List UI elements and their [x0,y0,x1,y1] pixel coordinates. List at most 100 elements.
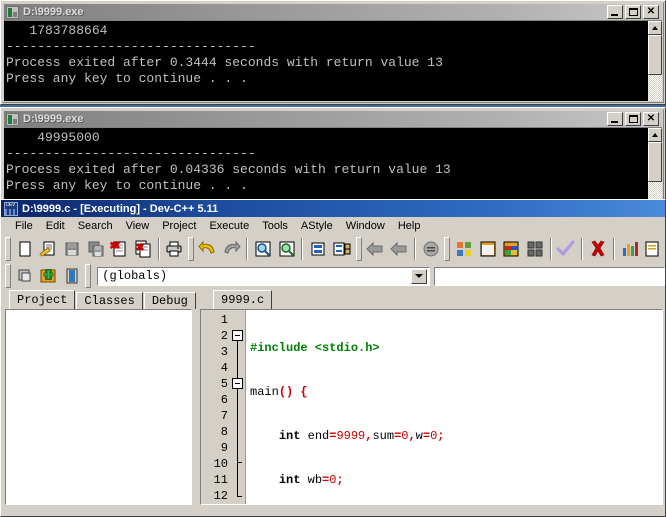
new-file-button[interactable] [13,238,37,261]
undo-button[interactable] [196,238,220,261]
maximize-button[interactable] [625,5,641,19]
find-button[interactable] [251,238,275,261]
project-options-button[interactable] [60,265,83,288]
menu-item-search[interactable]: Search [72,218,120,234]
toolbar-grip[interactable] [5,237,11,261]
save-all-button[interactable] [84,238,108,261]
code-editor[interactable]: 1 2 3 4 5 6 7 8 9 10 11 12 #include <std… [200,309,663,505]
sidebar-tab-debug[interactable]: Debug [143,292,196,309]
minimize-button[interactable] [607,5,623,19]
minimize-button[interactable] [607,112,623,126]
menu-item-window[interactable]: Window [340,218,392,234]
console-2-scrollbar[interactable] [647,128,662,208]
find-next-button[interactable] [275,238,299,261]
editor-tab-9999-c[interactable]: 9999.c [213,290,273,309]
code-line-4: int wb=0; [278,473,344,487]
scroll-up-button[interactable] [648,128,662,142]
close-button[interactable]: ✕ [643,112,659,126]
goto-line-button[interactable] [330,238,354,261]
toolbar-grip[interactable] [5,264,11,288]
debug-button[interactable] [641,238,665,261]
toolbar-grip[interactable] [85,264,92,288]
add-to-project-button[interactable] [36,265,59,288]
open-file-button[interactable] [37,238,61,261]
goto-line-icon [333,242,351,256]
close-button[interactable]: ✕ [643,5,659,19]
console-2-titlebar[interactable]: D:\9999.exe ✕ [4,111,662,127]
stop-execution-icon [591,240,605,257]
add-to-project-icon [40,269,56,283]
profile-button[interactable] [618,238,642,261]
compile-button[interactable] [452,238,476,261]
maximize-button[interactable] [625,112,641,126]
back-button[interactable] [364,238,388,261]
line-number: 10 [213,457,228,471]
console-window-2[interactable]: D:\9999.exe ✕ 49995000 -----------------… [0,107,666,212]
replace-button[interactable] [306,238,330,261]
toggle-bookmark-icon [423,241,439,257]
chevron-down-icon[interactable] [411,268,428,284]
editor-tabs: 9999.c [205,290,273,309]
new-file-icon [19,241,31,257]
menu-item-tools[interactable]: Tools [256,218,295,234]
console-2-line-3: Process exited after 0.04336 seconds wit… [6,162,451,177]
save-button[interactable] [60,238,84,261]
menu-item-astyle[interactable]: AStyle [295,218,340,234]
code-text[interactable]: #include <stdio.h> main() { int end=9999… [246,310,662,504]
project-panel[interactable] [5,309,192,505]
back-icon [366,241,383,257]
maximize-icon [629,8,638,16]
toolbar-separator [301,238,304,260]
devcpp-app-icon: DEV [4,201,18,216]
console-1-frame: D:\9999.exe ✕ 1783788664 ---------------… [2,2,664,103]
find-next-icon [279,241,295,257]
console-window-1[interactable]: D:\9999.exe ✕ 1783788664 ---------------… [0,0,666,105]
new-project-button[interactable] [13,265,36,288]
toolbar-grip[interactable] [188,237,195,261]
menu-item-execute[interactable]: Execute [203,218,256,234]
menu-item-view[interactable]: View [120,218,157,234]
code-folding-column[interactable] [231,310,246,504]
scroll-thumb[interactable] [648,142,662,182]
second-combo[interactable] [434,266,666,286]
scroll-up-button[interactable] [648,21,662,35]
scroll-thumb[interactable] [648,35,662,75]
toolbar-separator [549,238,552,260]
stop-execution-button[interactable] [586,238,610,261]
class-browser-combo[interactable]: (globals) [97,266,431,286]
fold-line [237,334,238,496]
rebuild-all-icon [527,241,543,257]
syntax-check-button[interactable] [555,238,579,261]
menu-item-edit[interactable]: Edit [40,218,72,234]
close-file-button[interactable] [107,238,131,261]
menu-item-file[interactable]: File [9,218,40,234]
toggle-bookmark-button[interactable] [419,238,443,261]
project-toolbar: (globals) [1,263,666,289]
compile-run-button[interactable] [499,238,523,261]
menu-item-help[interactable]: Help [392,218,428,234]
rebuild-all-button[interactable] [523,238,547,261]
console-1-scrollbar[interactable] [647,21,662,101]
line-number: 7 [220,409,228,423]
panel-splitter[interactable] [192,309,200,505]
forward-button[interactable] [387,238,411,261]
fold-toggle-line-5[interactable] [232,378,243,389]
toolbar-grip[interactable] [444,237,451,261]
fold-end-line-12 [237,496,242,497]
print-icon [166,241,182,257]
print-button[interactable] [163,238,187,261]
devcpp-window[interactable]: DEV D:\9999.c - [Executing] - Dev-C++ 5.… [0,199,666,517]
toolbar-grip[interactable] [355,237,362,261]
menu-item-project[interactable]: Project [156,218,203,234]
fold-toggle-line-2[interactable] [232,330,243,341]
sidebar-tab-project[interactable]: Project [9,290,76,309]
compile-run-icon [503,241,519,257]
redo-button[interactable] [220,238,244,261]
console-1-titlebar[interactable]: D:\9999.exe ✕ [4,4,662,20]
devcpp-titlebar[interactable]: DEV D:\9999.c - [Executing] - Dev-C++ 5.… [1,200,665,217]
sidebar-tab-classes[interactable]: Classes [76,292,143,309]
scroll-up-icon [652,133,658,137]
close-all-button[interactable] [131,238,155,261]
line-number: 6 [220,393,228,407]
run-button[interactable] [476,238,500,261]
